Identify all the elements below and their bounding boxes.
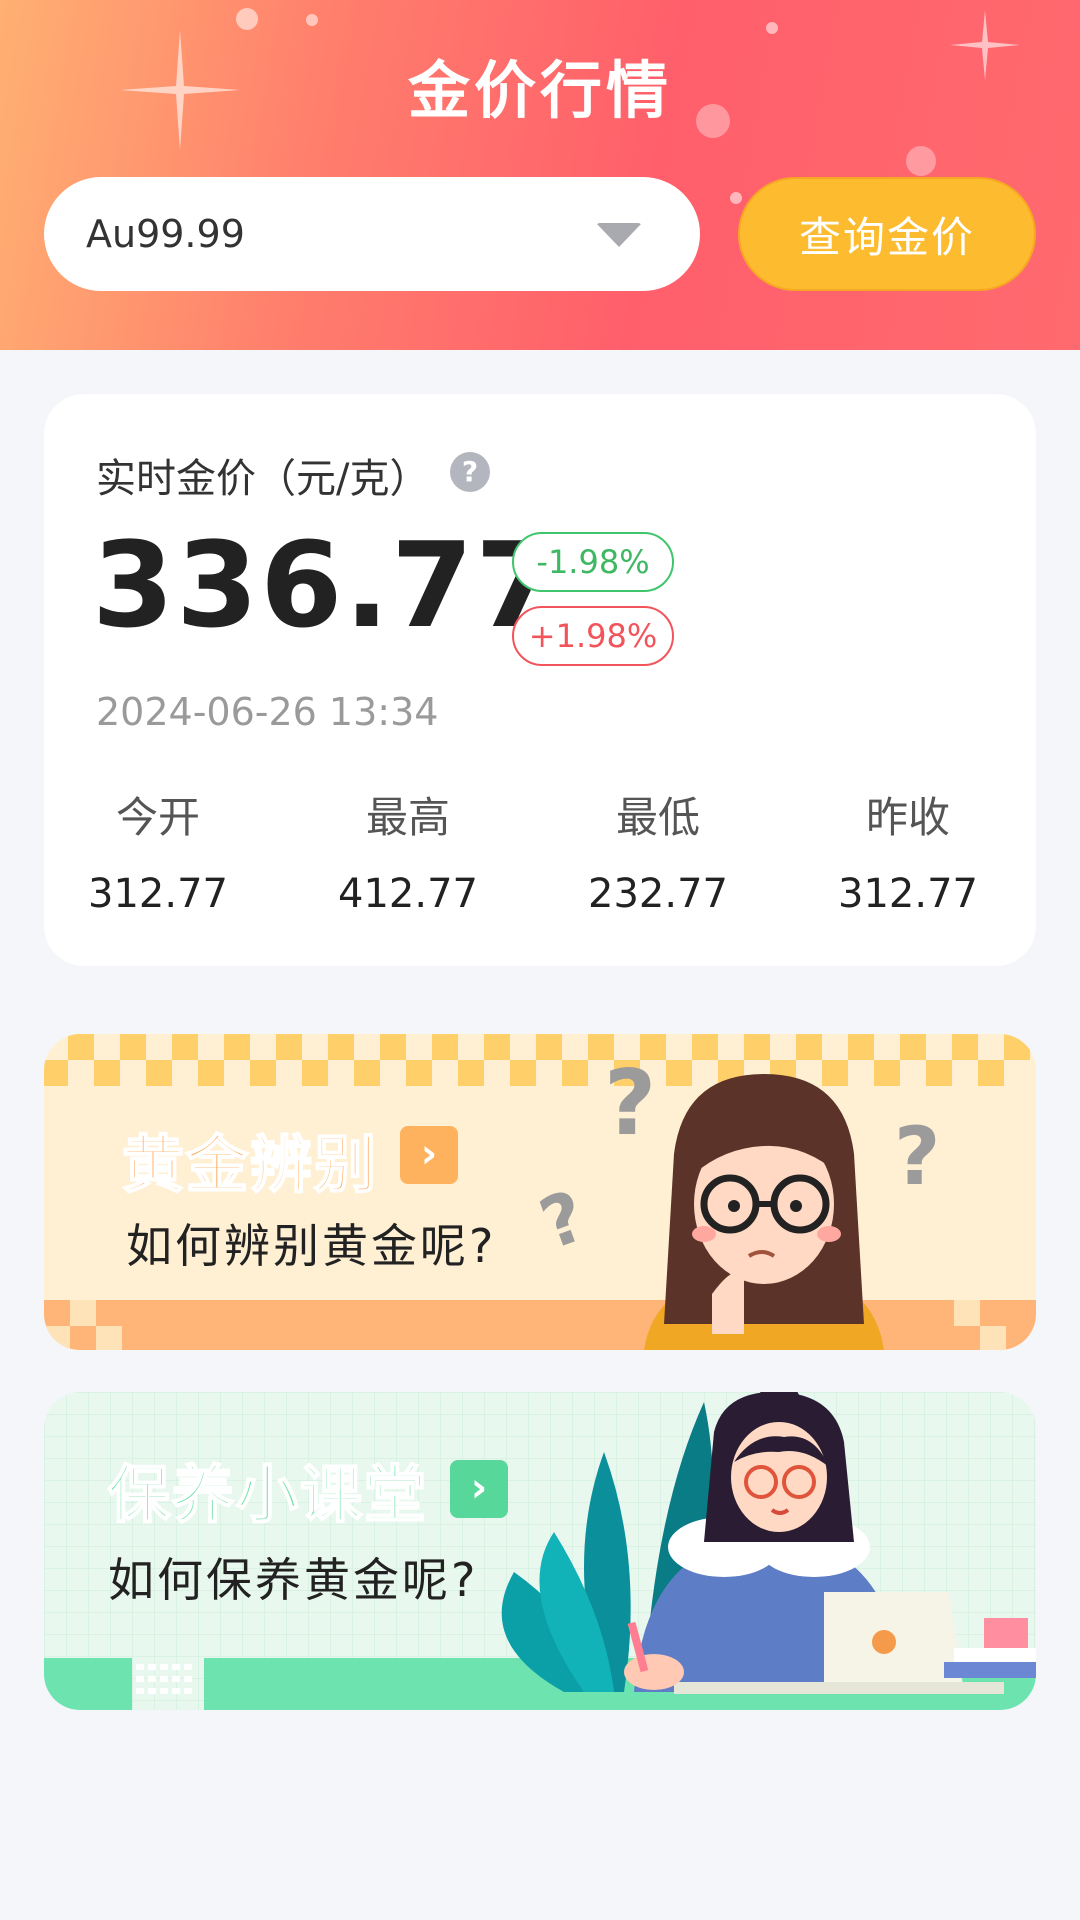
- maintenance-class-banner[interactable]: 保养小课堂 › 如何保养黄金呢?: [44, 1392, 1036, 1710]
- page-title: 金价行情: [407, 54, 672, 127]
- svg-text:?: ?: [604, 1051, 656, 1156]
- stat-value: 412.77: [338, 871, 478, 917]
- update-timestamp: 2024-06-26 13:34: [96, 690, 439, 734]
- chevron-right-icon[interactable]: ›: [450, 1460, 508, 1518]
- variety-select[interactable]: Au99.99: [44, 177, 700, 291]
- stat-label: 最低: [615, 793, 700, 842]
- stat-prev-close: 昨收 312.77: [808, 784, 1008, 917]
- stat-label: 最高: [365, 793, 450, 842]
- stat-label: 昨收: [865, 793, 950, 842]
- query-price-button[interactable]: 查询金价: [738, 177, 1036, 291]
- stat-low: 最低 232.77: [558, 784, 758, 917]
- header: 金价行情 Au99.99 查询金价: [0, 0, 1080, 350]
- sparkle-decoration: [730, 192, 742, 204]
- chevron-right-icon[interactable]: ›: [400, 1126, 458, 1184]
- stat-value: 312.77: [88, 871, 228, 917]
- sparkle-decoration: [906, 146, 936, 176]
- svg-text:?: ?: [894, 1110, 940, 1203]
- gold-identification-banner[interactable]: ? ? ? 黄金辨别 › 如何辨别黄金呢?: [44, 1034, 1036, 1350]
- change-up-badge: +1.98%: [512, 606, 674, 666]
- help-icon[interactable]: ?: [450, 452, 490, 492]
- change-down-badge: -1.98%: [512, 532, 674, 592]
- banner-subtitle: 如何辨别黄金呢?: [126, 1219, 497, 1273]
- banner-title: 黄金辨别: [121, 1127, 379, 1202]
- stat-label: 今开: [115, 793, 200, 842]
- banner-title: 保养小课堂: [107, 1457, 429, 1532]
- current-price: 336.77: [92, 516, 560, 654]
- realtime-price-card: 实时金价（元/克） ? 336.77 -1.98% +1.98% 2024-06…: [44, 394, 1036, 966]
- svg-text:?: ?: [530, 1175, 596, 1266]
- sparkle-decoration: [236, 8, 258, 30]
- stat-value: 312.77: [838, 871, 978, 917]
- dropdown-caret-icon: [596, 223, 642, 247]
- stat-high: 最高 412.77: [308, 784, 508, 917]
- realtime-price-label: 实时金价（元/克）: [96, 456, 430, 502]
- select-value: Au99.99: [86, 212, 245, 256]
- banner-subtitle: 如何保养黄金呢?: [108, 1553, 479, 1607]
- sparkle-decoration: [766, 22, 778, 34]
- sparkle-decoration: [306, 14, 318, 26]
- stat-value: 232.77: [588, 871, 728, 917]
- stat-open: 今开 312.77: [58, 784, 258, 917]
